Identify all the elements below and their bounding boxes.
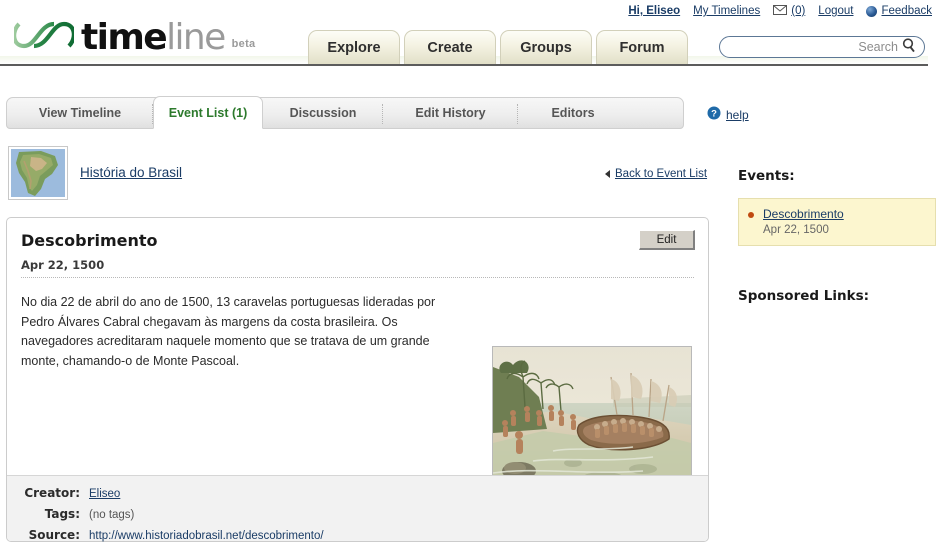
south-america-map-thumbnail-icon — [11, 149, 65, 197]
event-card-body: No dia 22 de abril do ano de 1500, 13 ca… — [7, 278, 708, 484]
meta-row-creator: Creator: Eliseo — [7, 486, 708, 500]
beta-badge: beta — [231, 38, 256, 50]
event-meta-footer: Creator: Eliseo Tags: (no tags) Source: … — [7, 475, 708, 542]
timeline-thumbnail[interactable] — [8, 146, 68, 200]
sidebar-event-link[interactable]: Descobrimento — [763, 207, 844, 221]
meta-row-tags: Tags: (no tags) — [7, 507, 708, 521]
event-description: No dia 22 de abril do ano de 1500, 13 ca… — [21, 295, 436, 368]
search-box[interactable]: Search — [719, 36, 925, 58]
timeline-title-row: História do Brasil Back to Event List — [8, 146, 708, 204]
sub-tab-bar: View Timeline Event List (1) Discussion … — [6, 96, 684, 129]
back-to-event-list-link[interactable]: Back to Event List — [605, 168, 707, 180]
logo-word-line: line — [166, 17, 226, 58]
source-label: Source: — [28, 528, 80, 542]
nav-tab-explore[interactable]: Explore — [308, 30, 400, 64]
help-link-group[interactable]: ? help — [707, 106, 749, 123]
site-logo[interactable]: timeline beta — [12, 18, 256, 56]
tab-view-timeline[interactable]: View Timeline — [7, 98, 153, 128]
infinity-loops-logo-icon — [12, 18, 76, 55]
timeline-title-link[interactable]: História do Brasil — [80, 165, 182, 180]
tags-label: Tags: — [44, 507, 80, 521]
landing-of-cabral-painting-icon — [493, 347, 691, 483]
search-input[interactable]: Search — [858, 40, 898, 54]
meta-row-source: Source: http://www.historiadobrasil.net/… — [7, 528, 708, 542]
back-link-label: Back to Event List — [615, 168, 708, 180]
sidebar-event-item[interactable]: Descobrimento Apr 22, 1500 — [738, 198, 936, 246]
logo-word-time: time — [81, 17, 168, 58]
logo-wordmark: timeline — [81, 20, 226, 56]
creator-label: Creator: — [24, 486, 80, 500]
nav-tab-create[interactable]: Create — [404, 30, 496, 64]
event-card-header: Descobrimento Apr 22, 1500 Edit — [7, 218, 708, 272]
left-triangle-icon — [605, 170, 610, 178]
bullet-icon — [748, 212, 754, 218]
tab-edit-history[interactable]: Edit History — [383, 98, 518, 128]
event-date: Apr 22, 1500 — [21, 258, 105, 272]
help-link[interactable]: help — [726, 108, 749, 122]
nav-tab-forum[interactable]: Forum — [596, 30, 688, 64]
event-image[interactable] — [492, 346, 692, 484]
tab-discussion[interactable]: Discussion — [263, 98, 383, 128]
creator-value: Eliseo — [89, 488, 120, 500]
event-detail-card: Descobrimento Apr 22, 1500 Edit No dia 2… — [6, 217, 709, 542]
tab-event-list[interactable]: Event List (1) — [153, 96, 263, 129]
tab-editors[interactable]: Editors — [518, 98, 628, 128]
question-mark-icon: ? — [707, 106, 721, 123]
nav-tab-groups[interactable]: Groups — [500, 30, 592, 64]
tags-value: (no tags) — [89, 509, 135, 521]
svg-text:?: ? — [711, 109, 717, 120]
events-heading: Events: — [738, 168, 795, 184]
edit-button[interactable]: Edit — [639, 230, 695, 250]
right-sidebar: Events: Descobrimento Apr 22, 1500 Spons… — [738, 168, 936, 304]
event-title: Descobrimento — [21, 231, 158, 250]
sponsored-links-heading: Sponsored Links: — [738, 288, 870, 304]
sidebar-event-date: Apr 22, 1500 — [763, 224, 829, 236]
header-divider — [0, 64, 928, 66]
magnifier-icon[interactable] — [902, 38, 916, 56]
creator-link[interactable]: Eliseo — [89, 488, 120, 500]
main-navigation: Explore Create Groups Forum — [308, 30, 688, 64]
source-value[interactable]: http://www.historiadobrasil.net/descobri… — [89, 530, 324, 542]
sidebar-event-text: Descobrimento Apr 22, 1500 — [763, 207, 844, 236]
